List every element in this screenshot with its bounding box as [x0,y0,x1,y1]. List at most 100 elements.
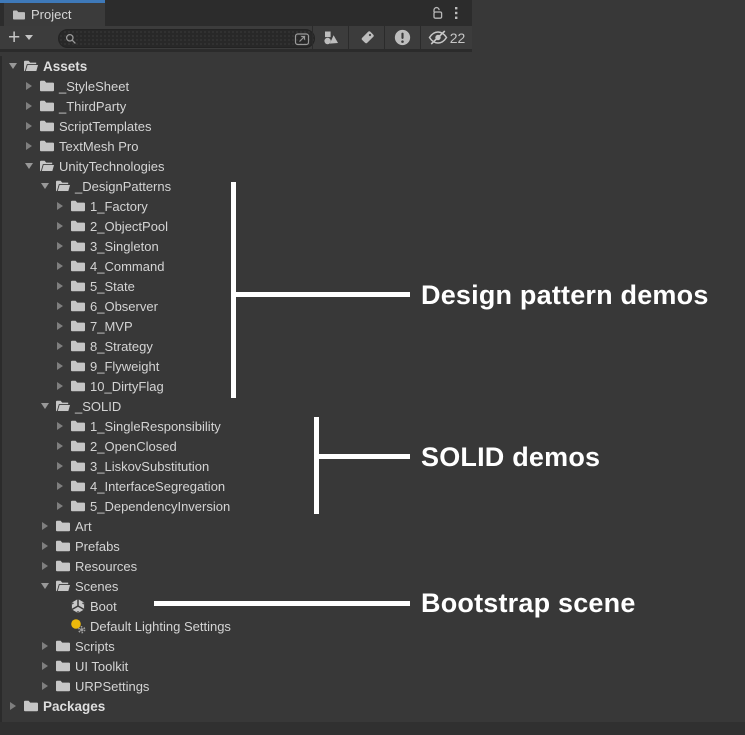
tree-item-resources[interactable]: Resources [0,556,472,576]
expander-icon[interactable] [38,681,52,691]
tree-item-label: URPSettings [75,678,150,694]
expander-icon[interactable] [53,501,67,511]
tree-item-ui-toolkit[interactable]: UI Toolkit [0,656,472,676]
unity-project-window: Project + 22 Assets _StyleSheet _ThirdPa… [0,0,745,735]
tree-item-4-command[interactable]: 4_Command [0,256,472,276]
tree-item-7-mvp[interactable]: 7_MVP [0,316,472,336]
expander-icon[interactable] [38,641,52,651]
exclamation-circle-icon [394,29,411,46]
expander-icon[interactable] [38,661,52,671]
unlocked-padlock-icon[interactable] [430,6,444,20]
folder-icon [69,478,86,494]
expander-icon[interactable] [53,221,67,231]
annotation-line-solid [314,454,410,459]
folder-icon [38,138,55,154]
tree-item-2-objectpool[interactable]: 2_ObjectPool [0,216,472,236]
create-asset-button[interactable]: + [8,26,34,49]
tree-item-scripts[interactable]: Scripts [0,636,472,656]
tree-item-label: Default Lighting Settings [90,618,231,634]
tree-item-label: 1_SingleResponsibility [90,418,221,434]
expander-icon[interactable] [38,541,52,551]
search-by-label-button[interactable] [348,26,384,49]
expander-icon[interactable] [53,341,67,351]
tree-item-3-singleton[interactable]: 3_Singleton [0,236,472,256]
tree-item-textmesh-pro[interactable]: TextMesh Pro [0,136,472,156]
tree-item-2-openclosed[interactable]: 2_OpenClosed [0,436,472,456]
search-by-import-warnings-button[interactable] [384,26,420,49]
tree-item-label: 10_DirtyFlag [90,378,164,394]
tree-item-10-dirtyflag[interactable]: 10_DirtyFlag [0,376,472,396]
tree-item-packages[interactable]: Packages [0,696,472,716]
expander-icon[interactable] [22,81,36,91]
tree-item--thirdparty[interactable]: _ThirdParty [0,96,472,116]
tree-item-scenes[interactable]: Scenes [0,576,472,596]
tree-item--solid[interactable]: _SOLID [0,396,472,416]
tree-item--designpatterns[interactable]: _DesignPatterns [0,176,472,196]
chevron-down-icon [25,35,34,40]
expander-icon[interactable] [53,361,67,371]
tree-item-9-flyweight[interactable]: 9_Flyweight [0,356,472,376]
tree-item-label: Prefabs [75,538,120,554]
expander-icon[interactable] [53,461,67,471]
tree-item-unitytechnologies[interactable]: UnityTechnologies [0,156,472,176]
tree-item-label: Scripts [75,638,115,654]
tree-item-4-interfacesegregation[interactable]: 4_InterfaceSegregation [0,476,472,496]
tree-item-1-factory[interactable]: 1_Factory [0,196,472,216]
expander-icon[interactable] [53,281,67,291]
tree-item-6-observer[interactable]: 6_Observer [0,296,472,316]
tree-item-1-singleresponsibility[interactable]: 1_SingleResponsibility [0,416,472,436]
search-by-type-button[interactable] [312,26,348,49]
expander-icon[interactable] [22,101,36,111]
folder-open-icon [22,58,39,74]
tree-item-boot[interactable]: Boot [0,596,472,616]
tree-item-5-dependencyinversion[interactable]: 5_DependencyInversion [0,496,472,516]
expander-icon[interactable] [38,181,52,191]
expander-icon[interactable] [38,581,52,591]
tree-item-assets[interactable]: Assets [0,56,472,76]
tab-project[interactable]: Project [4,3,105,26]
expander-icon [53,601,67,611]
folder-icon [54,538,71,554]
expander-icon[interactable] [53,321,67,331]
tabbar-actions [430,0,458,26]
search-filter-buttons: 22 [312,26,472,49]
expander-icon[interactable] [53,241,67,251]
tree-item-8-strategy[interactable]: 8_Strategy [0,336,472,356]
tab-bar: Project [0,0,472,26]
expander-icon[interactable] [22,121,36,131]
tree-item-3-liskovsubstitution[interactable]: 3_LiskovSubstitution [0,456,472,476]
kebab-menu-icon[interactable] [454,6,458,20]
expander-icon[interactable] [53,301,67,311]
expander-icon[interactable] [53,201,67,211]
tree-item-label: 1_Factory [90,198,148,214]
tree-item--stylesheet[interactable]: _StyleSheet [0,76,472,96]
folder-icon [69,458,86,474]
expander-icon[interactable] [53,481,67,491]
expander-icon[interactable] [6,701,20,711]
search-input[interactable] [77,31,294,46]
hidden-items-button[interactable]: 22 [420,26,472,49]
expander-icon[interactable] [53,441,67,451]
expander-icon[interactable] [38,561,52,571]
expander-icon[interactable] [53,261,67,271]
expander-icon[interactable] [53,381,67,391]
light-icon [69,618,86,634]
folder-icon [69,418,86,434]
folder-icon [69,438,86,454]
expander-icon[interactable] [22,161,36,171]
tree-item-label: Art [75,518,92,534]
tree-item-label: Boot [90,598,117,614]
open-in-window-icon[interactable] [294,32,310,46]
expander-icon[interactable] [22,141,36,151]
window-bottom-bar [0,722,745,735]
folder-icon [38,118,55,134]
expander-icon[interactable] [53,421,67,431]
expander-icon[interactable] [38,401,52,411]
tree-item-prefabs[interactable]: Prefabs [0,536,472,556]
tree-item-art[interactable]: Art [0,516,472,536]
expander-icon[interactable] [38,521,52,531]
tree-item-default-lighting-settings[interactable]: Default Lighting Settings [0,616,472,636]
tree-item-scripttemplates[interactable]: ScriptTemplates [0,116,472,136]
expander-icon[interactable] [6,61,20,71]
tree-item-urpsettings[interactable]: URPSettings [0,676,472,696]
